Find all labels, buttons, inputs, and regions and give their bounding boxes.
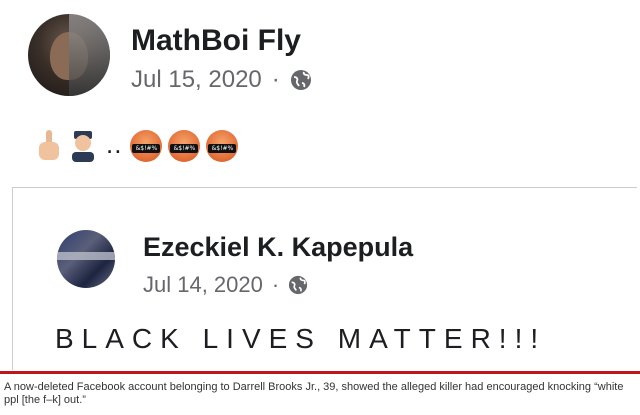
globe-icon[interactable] [288, 275, 308, 295]
meta-separator: · [271, 66, 280, 93]
post-author-name[interactable]: MathBoi Fly [131, 24, 301, 58]
post-body-emoji: .. &$!#% &$!#% &$!#% [36, 128, 239, 162]
police-officer-emoji [72, 131, 94, 162]
cursing-face-emoji: &$!#% [130, 130, 163, 162]
shared-author-name[interactable]: Ezeckiel K. Kapepula [143, 232, 413, 263]
post-meta: Jul 15, 2020 · [131, 66, 312, 94]
cursing-face-emoji: &$!#% [206, 130, 239, 162]
avatar-detail [57, 252, 115, 260]
middle-finger-emoji [39, 130, 59, 160]
cursing-face-emoji: &$!#% [168, 130, 201, 162]
shared-post-date[interactable]: Jul 14, 2020 [143, 272, 263, 298]
image-caption: A now-deleted Facebook account belonging… [4, 381, 624, 406]
shared-post-card[interactable]: Ezeckiel K. Kapepula Jul 14, 2020 · BLAC… [12, 187, 637, 370]
post-date[interactable]: Jul 15, 2020 [131, 66, 262, 94]
shared-author-avatar[interactable] [57, 230, 115, 288]
ellipsis-text: .. [106, 129, 123, 159]
shared-post-meta: Jul 14, 2020 · [143, 272, 308, 298]
author-avatar[interactable] [28, 14, 110, 96]
avatar-overlay [69, 14, 110, 96]
meta-separator: · [271, 272, 280, 297]
globe-icon[interactable] [290, 69, 312, 91]
shared-post-text: BLACK LIVES MATTER!!! [55, 323, 547, 354]
caption-divider [0, 371, 640, 374]
